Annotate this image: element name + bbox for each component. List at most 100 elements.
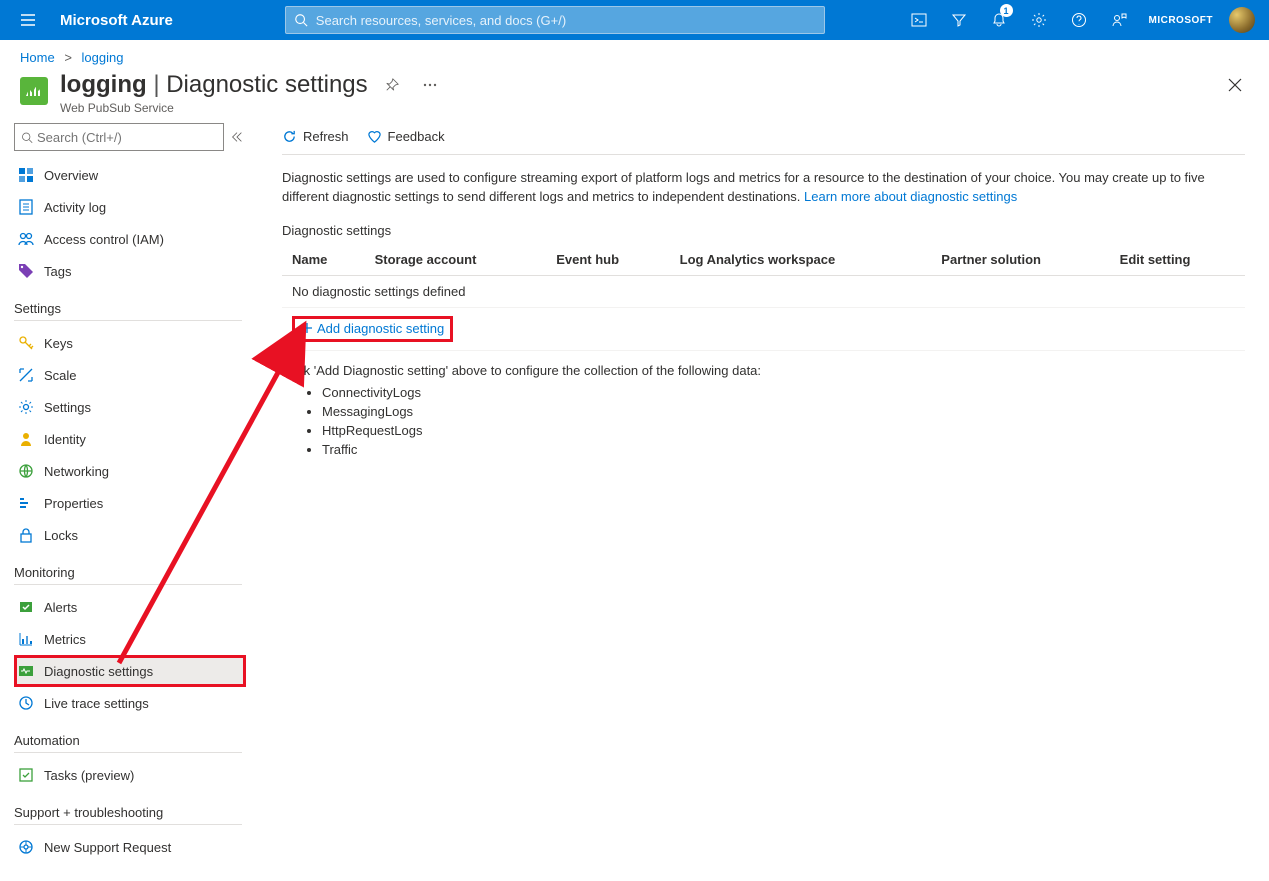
sidebar-item-label: Metrics [44,632,86,647]
sidebar-item-live-trace-settings[interactable]: Live trace settings [14,687,246,719]
search-icon [21,131,33,144]
notification-badge: 1 [1000,4,1013,17]
support-icon [18,839,34,855]
sidebar-item-activity-log[interactable]: Activity log [14,191,246,223]
main-content: Refresh Feedback Diagnostic settings are… [262,123,1269,863]
person-feedback-icon [1111,12,1127,28]
help-button[interactable] [1059,0,1099,40]
sidebar-item-label: Identity [44,432,86,447]
sidebar-item-label: Diagnostic settings [44,664,153,679]
description-text: Diagnostic settings are used to configur… [282,169,1245,207]
table-row-add: Add diagnostic setting [282,307,1245,351]
data-type-item: Traffic [322,441,1245,460]
sidebar-item-properties[interactable]: Properties [14,487,246,519]
notifications-button[interactable]: 1 [979,0,1019,40]
feedback-label: Feedback [388,129,445,144]
overview-icon [18,167,34,183]
sidebar-item-new-support-request[interactable]: New Support Request [14,831,246,863]
sidebar-item-identity[interactable]: Identity [14,423,246,455]
breadcrumb-current[interactable]: logging [82,50,124,65]
search-icon [294,13,308,27]
resource-icon [20,77,48,105]
help-icon [1071,12,1087,28]
sidebar-item-access-control-iam-[interactable]: Access control (IAM) [14,223,246,255]
column-header: Log Analytics workspace [670,244,932,276]
sidebar-item-scale[interactable]: Scale [14,359,246,391]
breadcrumb-separator: > [64,50,72,65]
sidebar-item-overview[interactable]: Overview [14,159,246,191]
sidebar-item-label: Live trace settings [44,696,149,711]
more-icon [423,83,437,87]
metrics-icon [18,631,34,647]
filter-icon [951,12,967,28]
gear-icon [1031,12,1047,28]
hamburger-icon [20,12,36,28]
sidebar-section-automation: Automation [14,733,242,753]
sidebar: Overview Activity log Access control (IAM)… [14,123,262,863]
global-search[interactable] [285,6,825,34]
pin-button[interactable] [378,71,406,99]
keys-icon [18,335,34,351]
sidebar-item-metrics[interactable]: Metrics [14,623,246,655]
data-types-list: ConnectivityLogsMessagingLogsHttpRequest… [282,384,1245,459]
more-button[interactable] [416,71,444,99]
cloud-shell-button[interactable] [899,0,939,40]
sidebar-item-settings[interactable]: Settings [14,391,246,423]
sidebar-item-tags[interactable]: Tags [14,255,246,287]
feedback-button[interactable]: Feedback [367,129,445,144]
sidebar-item-tasks-preview-[interactable]: Tasks (preview) [14,759,246,791]
brand-label[interactable]: Microsoft Azure [48,12,185,29]
locks-icon [18,527,34,543]
tenant-label[interactable]: MICROSOFT [1139,15,1224,26]
sidebar-section-monitoring: Monitoring [14,565,242,585]
heart-icon [367,129,382,144]
diagnostic-settings-label: Diagnostic settings [282,223,1245,238]
column-header: Name [282,244,365,276]
collapse-sidebar-button[interactable] [230,130,248,144]
plus-icon [301,322,313,334]
diagnostic-settings-table: NameStorage accountEvent hubLog Analytic… [282,244,1245,352]
data-type-item: ConnectivityLogs [322,384,1245,403]
feedback-button[interactable] [1099,0,1139,40]
sidebar-item-diagnostic-settings[interactable]: Diagnostic settings [14,655,246,687]
content-toolbar: Refresh Feedback [282,123,1245,155]
sidebar-item-locks[interactable]: Locks [14,519,246,551]
global-search-input[interactable] [316,13,816,28]
menu-button[interactable] [8,0,48,40]
add-diagnostic-setting-link[interactable]: Add diagnostic setting [301,321,444,336]
identity-icon [18,431,34,447]
sidebar-item-label: Activity log [44,200,106,215]
user-avatar[interactable] [1229,7,1255,33]
sidebar-search-input[interactable] [37,130,217,145]
refresh-button[interactable]: Refresh [282,129,349,144]
sidebar-section-settings: Settings [14,301,242,321]
sidebar-search[interactable] [14,123,224,151]
topbar-icons: 1 [899,0,1139,40]
sidebar-item-alerts[interactable]: Alerts [14,591,246,623]
learn-more-link[interactable]: Learn more about diagnostic settings [804,189,1017,204]
diag-icon [18,663,34,679]
sidebar-item-label: Tasks (preview) [44,768,134,783]
sidebar-item-label: Scale [44,368,77,383]
sidebar-item-label: Alerts [44,600,77,615]
networking-icon [18,463,34,479]
sidebar-item-label: Keys [44,336,73,351]
add-link-label: Add diagnostic setting [317,321,444,336]
breadcrumb-home[interactable]: Home [20,50,55,65]
close-icon [1228,78,1242,92]
following-label: Click 'Add Diagnostic setting' above to … [282,363,1245,378]
settings-button[interactable] [1019,0,1059,40]
sidebar-item-keys[interactable]: Keys [14,327,246,359]
trace-icon [18,695,34,711]
close-button[interactable] [1221,71,1249,99]
sidebar-item-label: Access control (IAM) [44,232,164,247]
sidebar-item-label: Tags [44,264,71,279]
data-type-item: HttpRequestLogs [322,422,1245,441]
page-title: logging | Diagnostic settings [60,71,368,99]
resource-name: logging [60,71,147,98]
data-type-item: MessagingLogs [322,403,1245,422]
sidebar-item-networking[interactable]: Networking [14,455,246,487]
table-row-empty: No diagnostic settings defined [282,275,1245,307]
directories-button[interactable] [939,0,979,40]
iam-icon [18,231,34,247]
